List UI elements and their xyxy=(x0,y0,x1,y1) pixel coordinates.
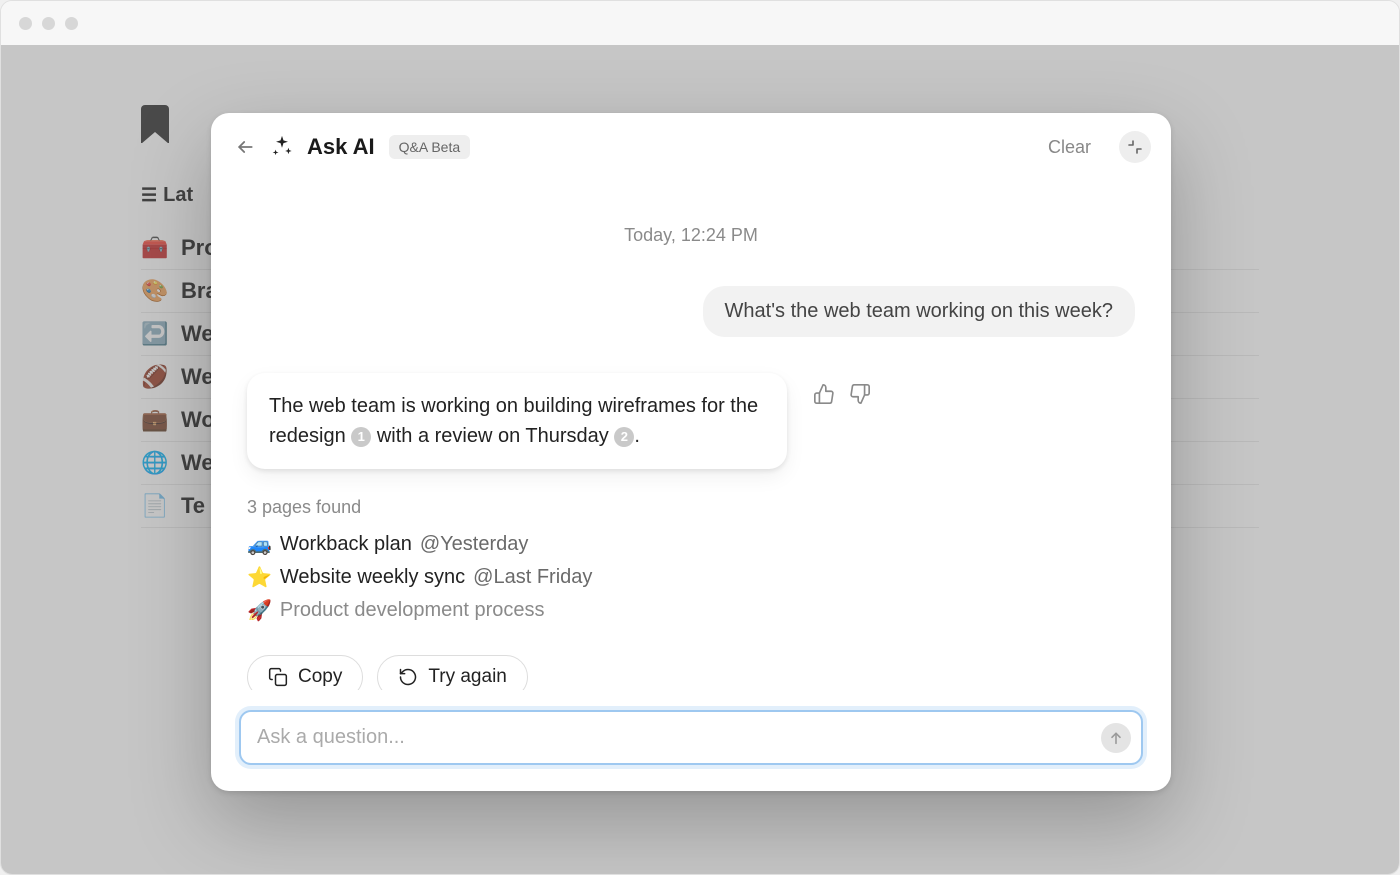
globe-icon: 🌐 xyxy=(141,450,169,476)
action-row: Copy Try again xyxy=(247,655,1135,690)
car-icon: 🚙 xyxy=(247,532,272,557)
traffic-light-close[interactable] xyxy=(19,17,32,30)
citation-badge-1[interactable]: 1 xyxy=(351,427,371,447)
nav-label: Wo xyxy=(181,407,215,433)
source-title: Product development process xyxy=(280,599,545,622)
source-page[interactable]: 🚙 Workback plan @Yesterday xyxy=(247,528,1135,561)
arrow-left-icon xyxy=(235,137,255,157)
star-icon: ⭐ xyxy=(247,565,272,590)
arrow-up-icon xyxy=(1108,730,1124,746)
conversation-timestamp: Today, 12:24 PM xyxy=(247,225,1135,246)
tab-label[interactable]: Lat xyxy=(163,184,193,207)
pages-found-label: 3 pages found xyxy=(247,497,1135,518)
source-page[interactable]: 🚀 Product development process xyxy=(247,594,1135,627)
try-again-button[interactable]: Try again xyxy=(377,655,528,690)
ai-message: The web team is working on building wire… xyxy=(247,373,787,469)
nav-label: We xyxy=(181,321,214,347)
modal-footer xyxy=(211,690,1171,791)
ask-input[interactable] xyxy=(241,712,1141,763)
rocket-icon: 🚀 xyxy=(247,598,272,623)
ai-text-part: with a review on Thursday xyxy=(371,425,614,447)
collapse-button[interactable] xyxy=(1119,131,1151,163)
retry-icon xyxy=(398,667,418,687)
beta-badge: Q&A Beta xyxy=(389,135,470,159)
clear-button[interactable]: Clear xyxy=(1048,137,1091,158)
app-window: ☰ Lat 🧰Pro 🎨Bra ↩️We 🏈We 💼Wo 🌐We 📄Te Ask… xyxy=(0,0,1400,875)
list-icon: ☰ xyxy=(141,185,157,206)
briefcase-icon: 💼 xyxy=(141,407,169,433)
undo-icon: ↩️ xyxy=(141,321,169,347)
ask-ai-modal: Ask AI Q&A Beta Clear Today, 12:24 PM Wh… xyxy=(211,113,1171,791)
feedback-row xyxy=(813,373,871,405)
copy-icon xyxy=(268,667,288,687)
mac-titlebar xyxy=(1,1,1399,45)
try-again-label: Try again xyxy=(428,666,507,688)
send-button[interactable] xyxy=(1101,723,1131,753)
bookmark-icon xyxy=(141,105,169,143)
football-icon: 🏈 xyxy=(141,364,169,390)
modal-header: Ask AI Q&A Beta Clear xyxy=(211,113,1171,173)
traffic-light-minimize[interactable] xyxy=(42,17,55,30)
citation-badge-2[interactable]: 2 xyxy=(614,427,634,447)
toolbox-icon: 🧰 xyxy=(141,235,169,261)
source-date: @Last Friday xyxy=(473,566,592,589)
collapse-icon xyxy=(1127,139,1143,155)
ask-input-wrap xyxy=(239,710,1143,765)
document-icon: 📄 xyxy=(141,493,169,519)
copy-button[interactable]: Copy xyxy=(247,655,363,690)
back-button[interactable] xyxy=(233,135,257,159)
modal-body: Today, 12:24 PM What's the web team work… xyxy=(211,173,1171,690)
source-title: Workback plan xyxy=(280,533,412,556)
source-pages-list: 🚙 Workback plan @Yesterday ⭐ Website wee… xyxy=(247,528,1135,627)
nav-label: Te xyxy=(181,493,205,519)
modal-title: Ask AI xyxy=(307,134,375,160)
sparkle-icon xyxy=(271,134,293,161)
nav-label: We xyxy=(181,364,214,390)
traffic-light-zoom[interactable] xyxy=(65,17,78,30)
source-date: @Yesterday xyxy=(420,533,529,556)
palette-icon: 🎨 xyxy=(141,278,169,304)
source-title: Website weekly sync xyxy=(280,566,465,589)
nav-label: We xyxy=(181,450,214,476)
ai-text-part: . xyxy=(634,425,640,447)
copy-label: Copy xyxy=(298,666,342,688)
thumbs-up-icon[interactable] xyxy=(813,383,835,405)
user-message: What's the web team working on this week… xyxy=(703,286,1135,337)
thumbs-down-icon[interactable] xyxy=(849,383,871,405)
source-page[interactable]: ⭐ Website weekly sync @Last Friday xyxy=(247,561,1135,594)
